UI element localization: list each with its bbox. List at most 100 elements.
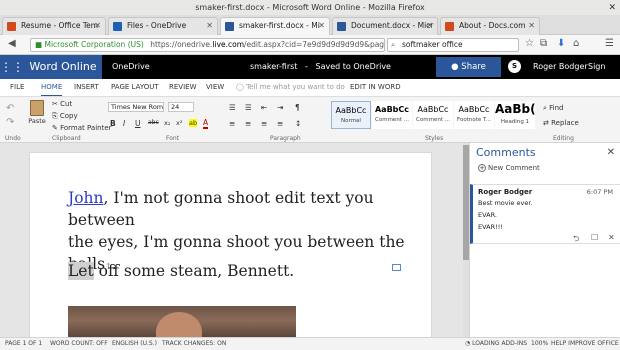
- justify-icon[interactable]: ≡: [277, 119, 283, 128]
- status-bar: PAGE 1 OF 1 WORD COUNT: OFF ENGLISH (U.S…: [0, 337, 620, 350]
- close-comments-icon[interactable]: ✕: [607, 147, 615, 158]
- comment-marker-icon[interactable]: [392, 264, 401, 271]
- font-name-select[interactable]: Times New Roman: [108, 102, 164, 112]
- status-help-improve[interactable]: HELP IMPROVE OFFICE: [551, 338, 619, 350]
- undo-icon[interactable]: ↶: [6, 103, 14, 114]
- search-value: softmaker office: [402, 40, 463, 49]
- scissors-icon: ✂: [52, 100, 58, 108]
- group-label-styles: Styles: [425, 135, 444, 142]
- user-name[interactable]: Roger Bodger: [533, 55, 588, 79]
- style-comment-1[interactable]: AaBbCc Comment ...: [372, 101, 412, 129]
- tell-me-input[interactable]: ◯ Tell me what you want to do: [236, 79, 345, 95]
- tab-home[interactable]: HOME: [41, 79, 63, 97]
- browser-tab-bar: Resume - Office Tem ✕ Files - OneDrive ✕…: [0, 15, 620, 35]
- superscript-button[interactable]: x²: [176, 119, 182, 127]
- tab-insert[interactable]: INSERT: [74, 79, 99, 95]
- format-painter-button[interactable]: ✎ Format Painter: [52, 124, 112, 132]
- highlight-button[interactable]: ab: [189, 119, 198, 127]
- paragraph-controls: ☰ ☰ ⇤ ⇥ ¶ ≡ ≡ ≡ ≡ ↕: [225, 101, 325, 133]
- new-comment-button[interactable]: + New Comment: [478, 164, 540, 172]
- edit-in-word-button[interactable]: EDIT IN WORD: [350, 79, 401, 95]
- share-button[interactable]: ● Share: [436, 57, 501, 77]
- reply-icon[interactable]: ⮌: [573, 233, 579, 247]
- align-center-icon[interactable]: ≡: [245, 119, 251, 128]
- app-name[interactable]: Word Online: [24, 55, 102, 79]
- find-button[interactable]: ⌕ Find: [543, 104, 564, 113]
- numbering-icon[interactable]: ☰: [245, 103, 252, 112]
- underline-button[interactable]: U: [135, 119, 141, 128]
- document-page[interactable]: John, I'm not gonna shoot edit text you …: [29, 152, 432, 343]
- redo-icon[interactable]: ↷: [6, 117, 14, 128]
- tab-close-icon[interactable]: ✕: [318, 18, 325, 34]
- browser-tab-smaker-first[interactable]: smaker-first.docx - Mi ✕: [220, 17, 330, 35]
- tab-close-icon[interactable]: ✕: [206, 18, 213, 34]
- tab-close-icon[interactable]: ✕: [426, 18, 433, 34]
- search-input[interactable]: ⌕ softmaker office: [387, 38, 519, 52]
- library-icon[interactable]: ⧉: [540, 38, 547, 49]
- home-icon[interactable]: ⌂: [573, 38, 579, 49]
- comment-line: EVAR!!!: [478, 223, 503, 231]
- tab-file[interactable]: FILE: [10, 79, 24, 95]
- skype-icon[interactable]: S: [508, 60, 521, 73]
- style-heading-1[interactable]: AaBb(Heading 1: [495, 101, 535, 129]
- ribbon-home: ↶ ↷ Undo Paste ✂ Cut ⎘ Copy ✎ Format Pai…: [0, 96, 620, 143]
- url-bar[interactable]: ■ Microsoft Corporation (US) https://one…: [30, 38, 385, 52]
- style-comment-2[interactable]: AaBbCc Comment ...: [413, 101, 453, 129]
- font-size-select[interactable]: 24: [168, 102, 194, 112]
- comment-card[interactable]: Roger Bodger 6:07 PM Best movie ever. EV…: [470, 184, 620, 244]
- status-language[interactable]: ENGLISH (U.S.): [112, 338, 157, 350]
- find-icon: ⌕: [543, 104, 547, 112]
- tab-page-layout[interactable]: PAGE LAYOUT: [111, 79, 159, 95]
- status-word-count[interactable]: WORD COUNT: OFF: [50, 338, 108, 350]
- cut-button[interactable]: ✂ Cut: [52, 100, 72, 108]
- lock-icon: ■: [35, 40, 43, 49]
- bookmark-star-icon[interactable]: ☆: [525, 38, 534, 49]
- commented-text[interactable]: Let: [68, 262, 94, 280]
- replace-button[interactable]: ⇄ Replace: [543, 119, 579, 127]
- line-spacing-icon[interactable]: ↕: [295, 119, 301, 128]
- decrease-indent-icon[interactable]: ⇤: [261, 103, 267, 112]
- plus-icon: +: [478, 164, 486, 172]
- lightbulb-icon: ◯: [236, 83, 244, 91]
- hyperlink-john[interactable]: John: [68, 189, 104, 207]
- subscript-button[interactable]: x₂: [164, 119, 170, 127]
- menu-icon[interactable]: ☰: [605, 38, 614, 49]
- browser-tab-onedrive[interactable]: Files - OneDrive ✕: [108, 17, 218, 35]
- bullets-icon[interactable]: ☰: [229, 103, 236, 112]
- app-launcher-icon[interactable]: ⋮⋮⋮: [0, 55, 36, 79]
- status-zoom[interactable]: 100%: [531, 338, 548, 350]
- docs-favicon-icon: [445, 22, 454, 31]
- tab-label: Document.docx - Micr: [351, 21, 434, 30]
- paste-button[interactable]: Paste: [25, 100, 49, 132]
- browser-tab-resume[interactable]: Resume - Office Tem ✕: [2, 17, 106, 35]
- tab-view[interactable]: VIEW: [206, 79, 224, 95]
- align-right-icon[interactable]: ≡: [261, 119, 267, 128]
- tab-close-icon[interactable]: ✕: [94, 18, 101, 34]
- onedrive-link[interactable]: OneDrive: [112, 55, 150, 79]
- increase-indent-icon[interactable]: ⇥: [277, 103, 283, 112]
- delete-comment-icon[interactable]: ✕: [608, 233, 615, 242]
- group-label-editing: Editing: [553, 135, 574, 142]
- browser-tab-document[interactable]: Document.docx - Micr ✕: [332, 17, 438, 35]
- copy-button[interactable]: ⎘ Copy: [52, 112, 78, 121]
- document-name[interactable]: smaker-first: [250, 55, 297, 79]
- download-icon[interactable]: ⬇: [557, 38, 565, 49]
- align-left-icon[interactable]: ≡: [229, 119, 235, 128]
- window-close-icon[interactable]: ✕: [608, 1, 616, 16]
- style-footnote[interactable]: AaBbCc Footnote T...: [454, 101, 494, 129]
- style-normal[interactable]: AaBbCc Normal: [331, 101, 371, 129]
- ltr-icon[interactable]: ¶: [295, 103, 300, 112]
- document-canvas[interactable]: John, I'm not gonna shoot edit text you …: [0, 143, 463, 343]
- browser-navbar: ◀ ■ Microsoft Corporation (US) https://o…: [0, 35, 620, 55]
- status-track-changes[interactable]: TRACK CHANGES: ON: [162, 338, 226, 350]
- tab-close-icon[interactable]: ✕: [528, 18, 535, 34]
- tab-review[interactable]: REVIEW: [169, 79, 196, 95]
- browser-tab-docs-com[interactable]: About - Docs.com ✕: [440, 17, 540, 35]
- font-color-button[interactable]: A: [203, 118, 209, 129]
- paragraph-2[interactable]: Let off some steam, Bennett.: [68, 260, 294, 282]
- bold-button[interactable]: B: [110, 119, 116, 128]
- resolve-icon[interactable]: ☐: [591, 233, 598, 242]
- strikethrough-button[interactable]: abc: [148, 119, 159, 126]
- back-arrow-icon[interactable]: ◀: [8, 38, 16, 49]
- italic-button[interactable]: I: [123, 119, 125, 128]
